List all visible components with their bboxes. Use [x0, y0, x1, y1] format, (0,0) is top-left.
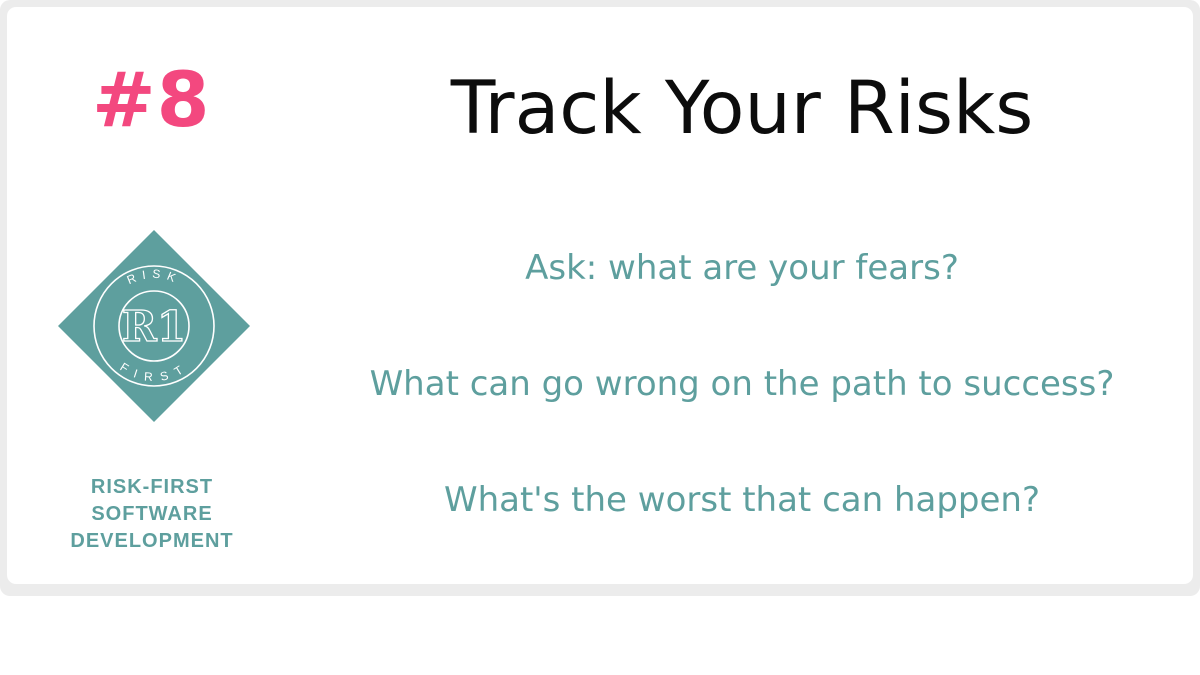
brand-line-3: DEVELOPMENT	[70, 530, 234, 552]
slide-title: Track Your Risks	[450, 66, 1034, 151]
question-what-can-go-wrong: What can go wrong on the path to success…	[369, 364, 1115, 404]
slide-number: #8	[92, 55, 211, 144]
risk-first-logo: RISK FIRST R1	[58, 230, 250, 422]
logo-monogram: R1	[122, 302, 186, 351]
question-worst-case: What's the worst that can happen?	[443, 480, 1041, 520]
brand-line-2: SOFTWARE	[91, 503, 213, 525]
brand-line-1: RISK-FIRST	[90, 476, 214, 498]
question-fears: Ask: what are your fears?	[525, 248, 959, 288]
brand-name: RISK-FIRST SOFTWARE DEVELOPMENT	[52, 474, 252, 555]
